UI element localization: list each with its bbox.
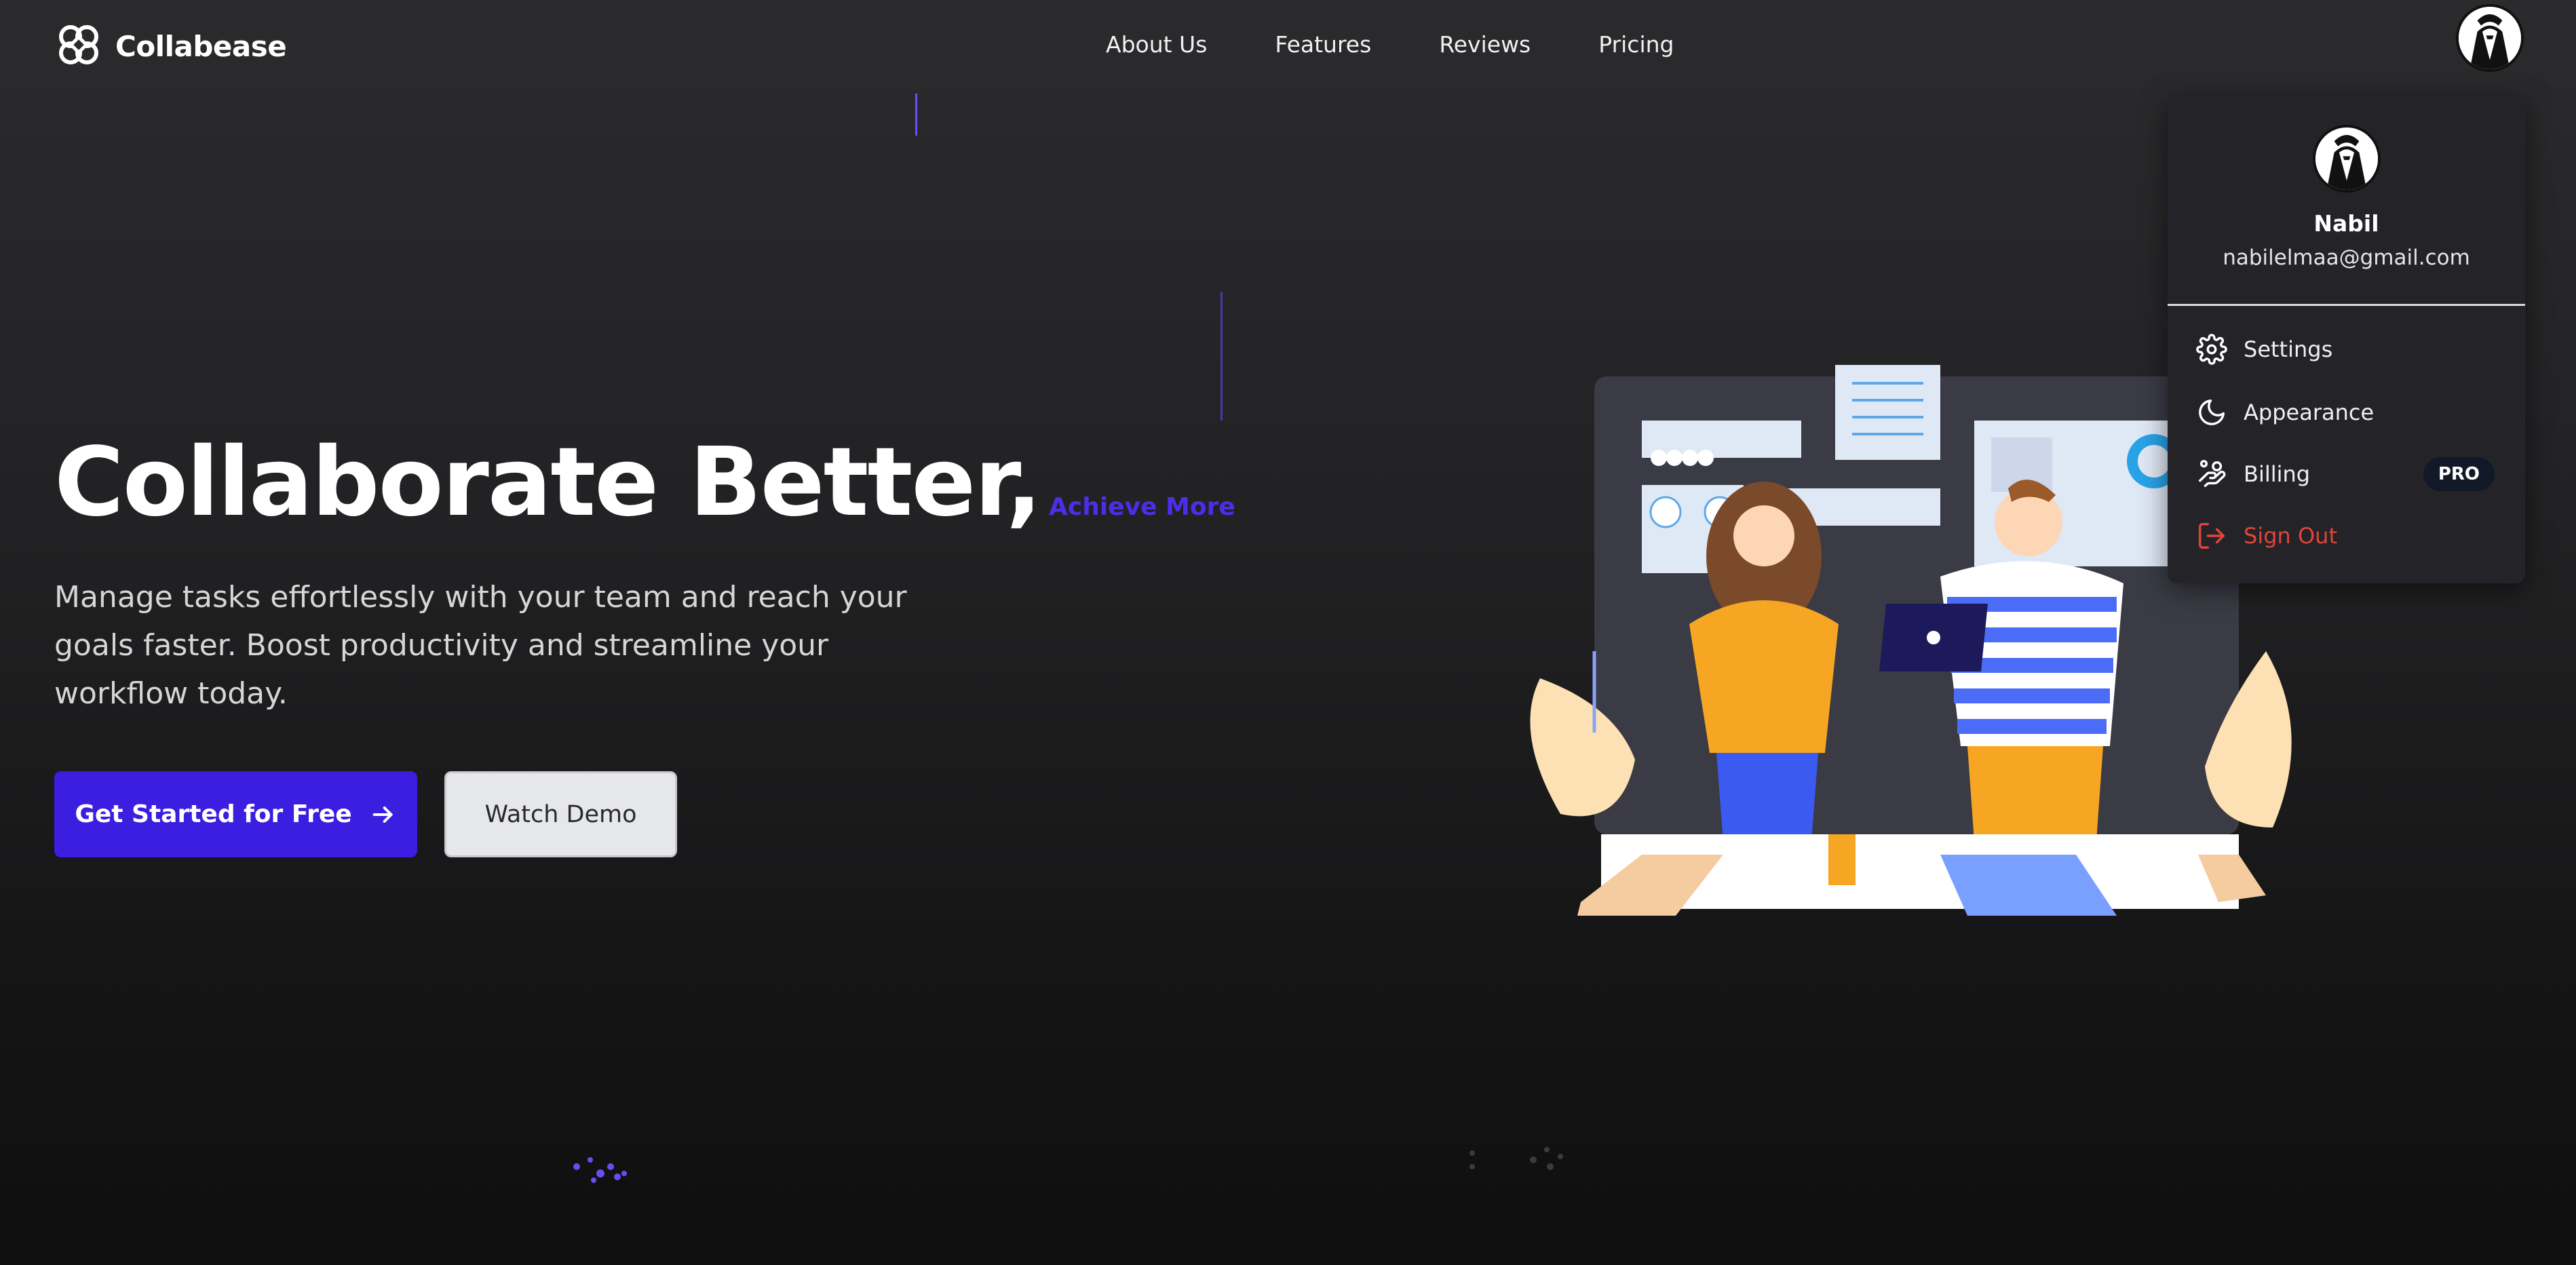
menu-avatar — [2313, 125, 2381, 193]
menu-item-label: Billing — [2244, 461, 2311, 487]
user-dropdown-menu: Nabil nabilelmaa@gmail.com Settings Appe… — [2168, 96, 2525, 583]
hero-accent-text: Achieve More — [1049, 493, 1235, 521]
menu-item-billing[interactable]: Billing PRO — [2196, 457, 2495, 491]
get-started-label: Get Started for Free — [75, 800, 352, 828]
menu-item-appearance[interactable]: Appearance — [2196, 397, 2495, 428]
decorative-dots — [573, 1157, 627, 1183]
menu-divider — [2168, 304, 2525, 306]
get-started-button[interactable]: Get Started for Free — [54, 771, 417, 857]
sign-out-icon — [2199, 523, 2225, 549]
hero-heading: Collaborate Better, Achieve More — [54, 427, 1235, 538]
hero-title: Collaborate Better, — [54, 427, 1042, 538]
menu-user-email: nabilelmaa@gmail.com — [2223, 246, 2470, 270]
menu-item-label: Settings — [2244, 336, 2333, 362]
billing-icon — [2199, 460, 2226, 487]
watch-demo-label: Watch Demo — [484, 800, 637, 828]
arrow-right-icon — [372, 806, 393, 823]
brand-logo-link[interactable]: Collabease — [54, 20, 287, 72]
decorative-line — [915, 94, 917, 136]
main-nav: About Us Features Reviews Pricing — [1106, 31, 1674, 58]
gear-icon — [2196, 334, 2227, 365]
decorative-dots — [1469, 1147, 1563, 1170]
nav-reviews[interactable]: Reviews — [1439, 31, 1531, 58]
menu-item-settings[interactable]: Settings — [2196, 334, 2495, 365]
nav-features[interactable]: Features — [1275, 31, 1371, 58]
tuxedo-avatar-icon — [2459, 7, 2521, 69]
moon-icon — [2199, 400, 2225, 425]
nav-about-us[interactable]: About Us — [1106, 31, 1207, 58]
tuxedo-avatar-icon — [2315, 128, 2378, 190]
user-avatar-button[interactable] — [2456, 4, 2524, 72]
brand-name: Collabease — [115, 29, 287, 63]
decorative-line — [1220, 292, 1223, 421]
menu-user-name: Nabil — [2313, 210, 2379, 237]
menu-item-label: Sign Out — [2244, 523, 2337, 549]
menu-item-sign-out[interactable]: Sign Out — [2196, 520, 2495, 551]
menu-item-label: Appearance — [2244, 400, 2375, 425]
hero-description: Manage tasks effortlessly with your team… — [54, 580, 907, 711]
clover-logo-icon — [54, 20, 103, 72]
nav-pricing[interactable]: Pricing — [1598, 31, 1674, 58]
pro-badge: PRO — [2423, 457, 2495, 491]
watch-demo-button[interactable]: Watch Demo — [444, 771, 677, 857]
